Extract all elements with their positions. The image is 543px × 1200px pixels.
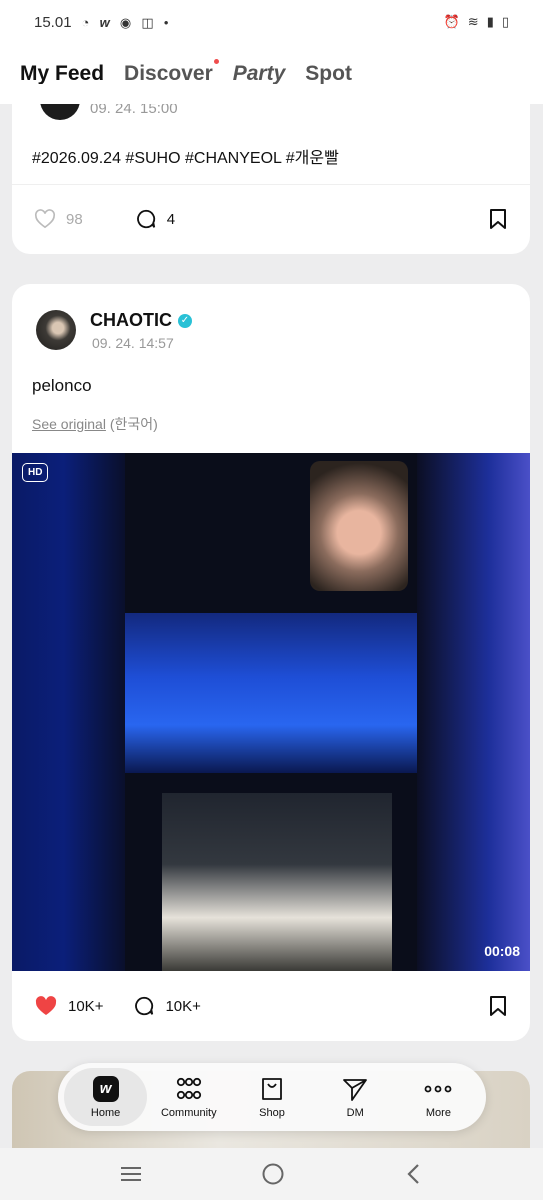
nav-home[interactable]: w Home: [64, 1068, 148, 1126]
avatar[interactable]: [36, 310, 76, 350]
nav-more-label: More: [425, 1106, 451, 1119]
nav-community-label: Community: [160, 1106, 217, 1119]
wifi-icon: ≋: [467, 14, 479, 29]
scroll-mask: [0, 84, 543, 104]
community-grid-icon: [176, 1077, 201, 1099]
bookmark-icon[interactable]: [488, 208, 508, 230]
comment-button[interactable]: 4: [135, 208, 175, 230]
alarm-icon: ⏰: [443, 14, 460, 29]
post-actions: 10K+ 10K+: [12, 981, 530, 1031]
bottom-nav: w Home Community Shop DM More: [58, 1063, 486, 1131]
nav-home-label: Home: [90, 1106, 121, 1119]
comment-icon: [136, 209, 155, 229]
like-button[interactable]: 98: [34, 209, 83, 229]
tab-discover-label: Discover: [124, 62, 213, 85]
battery-icon: ▯: [501, 14, 509, 29]
dot-icon: •: [163, 14, 169, 30]
system-nav-bar: [0, 1148, 543, 1200]
signal-icon: ▮: [486, 14, 494, 29]
author-name[interactable]: CHAOTIC ✓: [90, 310, 192, 331]
nav-dm-label: DM: [346, 1106, 364, 1119]
weverse-icon: w: [99, 14, 110, 30]
more-dots-icon: [425, 1085, 452, 1092]
video-pip-inset: [310, 461, 408, 591]
like-count: 98: [66, 210, 83, 228]
post-text[interactable]: #2026.09.24 #SUHO #CHANYEOL #개운빨: [32, 144, 339, 168]
comment-icon: [135, 996, 154, 1016]
nav-community[interactable]: Community: [147, 1068, 230, 1126]
whatsapp-icon: ◔: [81, 14, 90, 30]
status-left-icons: ◔ w ◉ ◫ •: [82, 14, 175, 31]
status-time: 15.01: [34, 13, 72, 31]
heart-outline-icon: [34, 209, 56, 229]
nav-shop[interactable]: Shop: [230, 1068, 313, 1126]
bookmark-icon[interactable]: [488, 995, 508, 1017]
author-name-label: CHAOTIC: [90, 310, 172, 330]
home-circle-icon[interactable]: [261, 1162, 285, 1186]
like-button[interactable]: 10K+: [34, 995, 103, 1017]
hd-badge: HD: [22, 463, 49, 482]
like-count: 10K+: [68, 997, 104, 1015]
instagram-icon: ◫: [141, 14, 154, 30]
shopping-bag-icon: [262, 1077, 282, 1100]
status-bar: 15.01 ◔ w ◉ ◫ • ⏰ ≋ ▮ ▯: [0, 0, 543, 44]
see-original-link[interactable]: See original: [32, 416, 106, 432]
heart-filled-icon: [35, 996, 57, 1015]
post-date: 09. 24. 14:57: [92, 335, 174, 351]
weverse-home-icon: w: [92, 1075, 119, 1102]
video-stairwell-scene: [162, 793, 392, 971]
post-card: 09. 24. 15:00 #2026.09.24 #SUHO #CHANYEO…: [12, 84, 530, 254]
video-duration: 00:08: [484, 943, 520, 959]
nav-more[interactable]: More: [397, 1068, 480, 1126]
video-player[interactable]: HD 00:08: [12, 453, 530, 971]
post-text[interactable]: pelonco: [32, 376, 92, 396]
chrome-icon: ◉: [119, 14, 132, 30]
post-actions: 98 4: [12, 194, 530, 244]
recent-apps-icon[interactable]: [119, 1164, 143, 1184]
comment-button[interactable]: 10K+: [133, 995, 201, 1017]
verified-icon: ✓: [178, 313, 192, 328]
nav-shop-label: Shop: [259, 1106, 285, 1119]
divider: [12, 184, 530, 185]
nav-dm[interactable]: DM: [314, 1068, 397, 1126]
post-card: CHAOTIC ✓ 09. 24. 14:57 pelonco See orig…: [12, 284, 530, 1041]
comment-count: 4: [166, 210, 176, 228]
back-icon[interactable]: [404, 1162, 424, 1186]
notification-dot: [213, 59, 219, 64]
comment-count: 10K+: [165, 997, 201, 1015]
video-stage-scene: [125, 613, 417, 773]
translation-link[interactable]: See original (한국어): [32, 414, 158, 434]
status-right-icons: ⏰ ≋ ▮ ▯: [444, 14, 509, 30]
source-language: (한국어): [109, 416, 158, 432]
send-icon: [343, 1078, 368, 1101]
